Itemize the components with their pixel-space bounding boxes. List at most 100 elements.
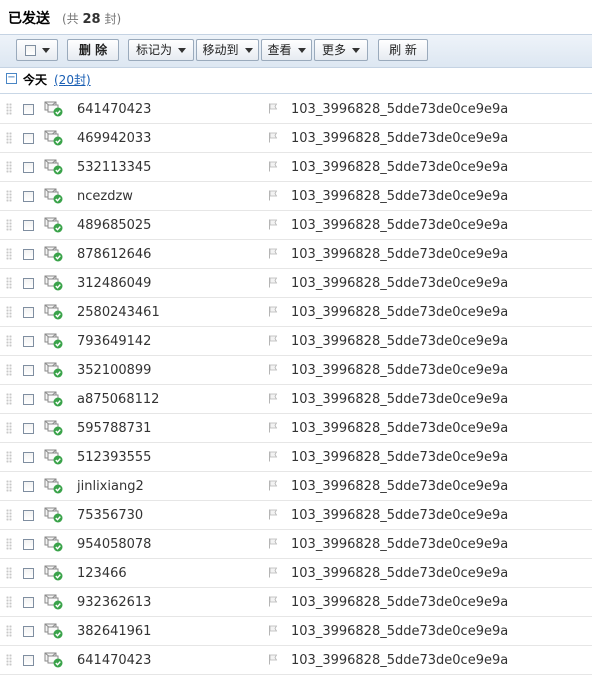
row-subject[interactable]: 103_3996828_5dde73de0ce9e9a: [291, 537, 508, 552]
drag-handle-icon[interactable]: [6, 277, 12, 289]
drag-handle-icon[interactable]: [6, 161, 12, 173]
row-subject[interactable]: 103_3996828_5dde73de0ce9e9a: [291, 131, 508, 146]
row-sender[interactable]: a875068112: [77, 392, 159, 407]
collapse-icon[interactable]: −: [6, 73, 17, 84]
drag-handle-icon[interactable]: [6, 422, 12, 434]
message-row[interactable]: 932362613 103_3996828_5dde73de0ce9e9a: [0, 588, 592, 617]
row-checkbox[interactable]: [23, 307, 34, 318]
message-row[interactable]: 75356730 103_3996828_5dde73de0ce9e9a: [0, 501, 592, 530]
row-sender[interactable]: 2580243461: [77, 305, 160, 320]
row-sender[interactable]: 932362613: [77, 595, 151, 610]
select-all-dropdown[interactable]: [16, 39, 58, 61]
flag-icon[interactable]: [268, 161, 278, 172]
drag-handle-icon[interactable]: [6, 567, 12, 579]
row-checkbox[interactable]: [23, 336, 34, 347]
mark-as-button[interactable]: 标记为: [128, 39, 194, 61]
flag-icon[interactable]: [268, 277, 278, 288]
row-subject[interactable]: 103_3996828_5dde73de0ce9e9a: [291, 392, 508, 407]
row-checkbox[interactable]: [23, 655, 34, 666]
drag-handle-icon[interactable]: [6, 335, 12, 347]
row-checkbox[interactable]: [23, 162, 34, 173]
row-subject[interactable]: 103_3996828_5dde73de0ce9e9a: [291, 508, 508, 523]
row-subject[interactable]: 103_3996828_5dde73de0ce9e9a: [291, 218, 508, 233]
row-sender[interactable]: 595788731: [77, 421, 151, 436]
flag-icon[interactable]: [268, 103, 278, 114]
message-row[interactable]: 352100899 103_3996828_5dde73de0ce9e9a: [0, 356, 592, 385]
select-all-checkbox[interactable]: [24, 45, 36, 56]
flag-icon[interactable]: [268, 567, 278, 578]
message-row[interactable]: 382641961 103_3996828_5dde73de0ce9e9a: [0, 617, 592, 646]
row-sender[interactable]: 352100899: [77, 363, 151, 378]
row-checkbox[interactable]: [23, 220, 34, 231]
row-sender[interactable]: 489685025: [77, 218, 151, 233]
flag-icon[interactable]: [268, 538, 278, 549]
message-row[interactable]: 878612646 103_3996828_5dde73de0ce9e9a: [0, 240, 592, 269]
drag-handle-icon[interactable]: [6, 248, 12, 260]
row-checkbox[interactable]: [23, 104, 34, 115]
message-row[interactable]: ncezdzw 103_3996828_5dde73de0ce9e9a: [0, 182, 592, 211]
drag-handle-icon[interactable]: [6, 538, 12, 550]
row-sender[interactable]: ncezdzw: [77, 189, 133, 204]
message-row[interactable]: 793649142 103_3996828_5dde73de0ce9e9a: [0, 327, 592, 356]
flag-icon[interactable]: [268, 422, 278, 433]
drag-handle-icon[interactable]: [6, 509, 12, 521]
flag-icon[interactable]: [268, 654, 278, 665]
row-subject[interactable]: 103_3996828_5dde73de0ce9e9a: [291, 566, 508, 581]
flag-icon[interactable]: [268, 190, 278, 201]
message-row[interactable]: 954058078 103_3996828_5dde73de0ce9e9a: [0, 530, 592, 559]
row-checkbox[interactable]: [23, 597, 34, 608]
row-sender[interactable]: 312486049: [77, 276, 151, 291]
view-button[interactable]: 查看: [261, 39, 312, 61]
row-sender[interactable]: 469942033: [77, 131, 151, 146]
drag-handle-icon[interactable]: [6, 132, 12, 144]
message-row[interactable]: 532113345 103_3996828_5dde73de0ce9e9a: [0, 153, 592, 182]
row-subject[interactable]: 103_3996828_5dde73de0ce9e9a: [291, 624, 508, 639]
row-subject[interactable]: 103_3996828_5dde73de0ce9e9a: [291, 653, 508, 668]
flag-icon[interactable]: [268, 596, 278, 607]
drag-handle-icon[interactable]: [6, 103, 12, 115]
delete-button[interactable]: 删 除: [67, 39, 119, 61]
row-checkbox[interactable]: [23, 249, 34, 260]
row-sender[interactable]: jinlixiang2: [77, 479, 144, 494]
row-checkbox[interactable]: [23, 423, 34, 434]
message-row[interactable]: 641470423 103_3996828_5dde73de0ce9e9a: [0, 95, 592, 124]
drag-handle-icon[interactable]: [6, 625, 12, 637]
flag-icon[interactable]: [268, 393, 278, 404]
row-sender[interactable]: 878612646: [77, 247, 151, 262]
message-row[interactable]: 595788731 103_3996828_5dde73de0ce9e9a: [0, 414, 592, 443]
flag-icon[interactable]: [268, 306, 278, 317]
date-group-count-link[interactable]: (20封): [54, 71, 91, 88]
message-row[interactable]: a875068112 103_3996828_5dde73de0ce9e9a: [0, 385, 592, 414]
row-checkbox[interactable]: [23, 626, 34, 637]
drag-handle-icon[interactable]: [6, 480, 12, 492]
row-subject[interactable]: 103_3996828_5dde73de0ce9e9a: [291, 334, 508, 349]
row-sender[interactable]: 75356730: [77, 508, 143, 523]
row-sender[interactable]: 512393555: [77, 450, 151, 465]
drag-handle-icon[interactable]: [6, 393, 12, 405]
move-to-button[interactable]: 移动到: [196, 39, 259, 61]
drag-handle-icon[interactable]: [6, 451, 12, 463]
message-row[interactable]: 123466 103_3996828_5dde73de0ce9e9a: [0, 559, 592, 588]
flag-icon[interactable]: [268, 335, 278, 346]
message-row[interactable]: 469942033 103_3996828_5dde73de0ce9e9a: [0, 124, 592, 153]
row-checkbox[interactable]: [23, 133, 34, 144]
flag-icon[interactable]: [268, 509, 278, 520]
row-subject[interactable]: 103_3996828_5dde73de0ce9e9a: [291, 160, 508, 175]
row-checkbox[interactable]: [23, 568, 34, 579]
drag-handle-icon[interactable]: [6, 306, 12, 318]
row-sender[interactable]: 532113345: [77, 160, 151, 175]
flag-icon[interactable]: [268, 248, 278, 259]
message-row[interactable]: 512393555 103_3996828_5dde73de0ce9e9a: [0, 443, 592, 472]
flag-icon[interactable]: [268, 132, 278, 143]
row-subject[interactable]: 103_3996828_5dde73de0ce9e9a: [291, 363, 508, 378]
row-checkbox[interactable]: [23, 481, 34, 492]
drag-handle-icon[interactable]: [6, 190, 12, 202]
row-checkbox[interactable]: [23, 539, 34, 550]
flag-icon[interactable]: [268, 219, 278, 230]
drag-handle-icon[interactable]: [6, 364, 12, 376]
row-checkbox[interactable]: [23, 394, 34, 405]
drag-handle-icon[interactable]: [6, 596, 12, 608]
more-button[interactable]: 更多: [314, 39, 368, 61]
row-subject[interactable]: 103_3996828_5dde73de0ce9e9a: [291, 450, 508, 465]
row-sender[interactable]: 641470423: [77, 653, 151, 668]
